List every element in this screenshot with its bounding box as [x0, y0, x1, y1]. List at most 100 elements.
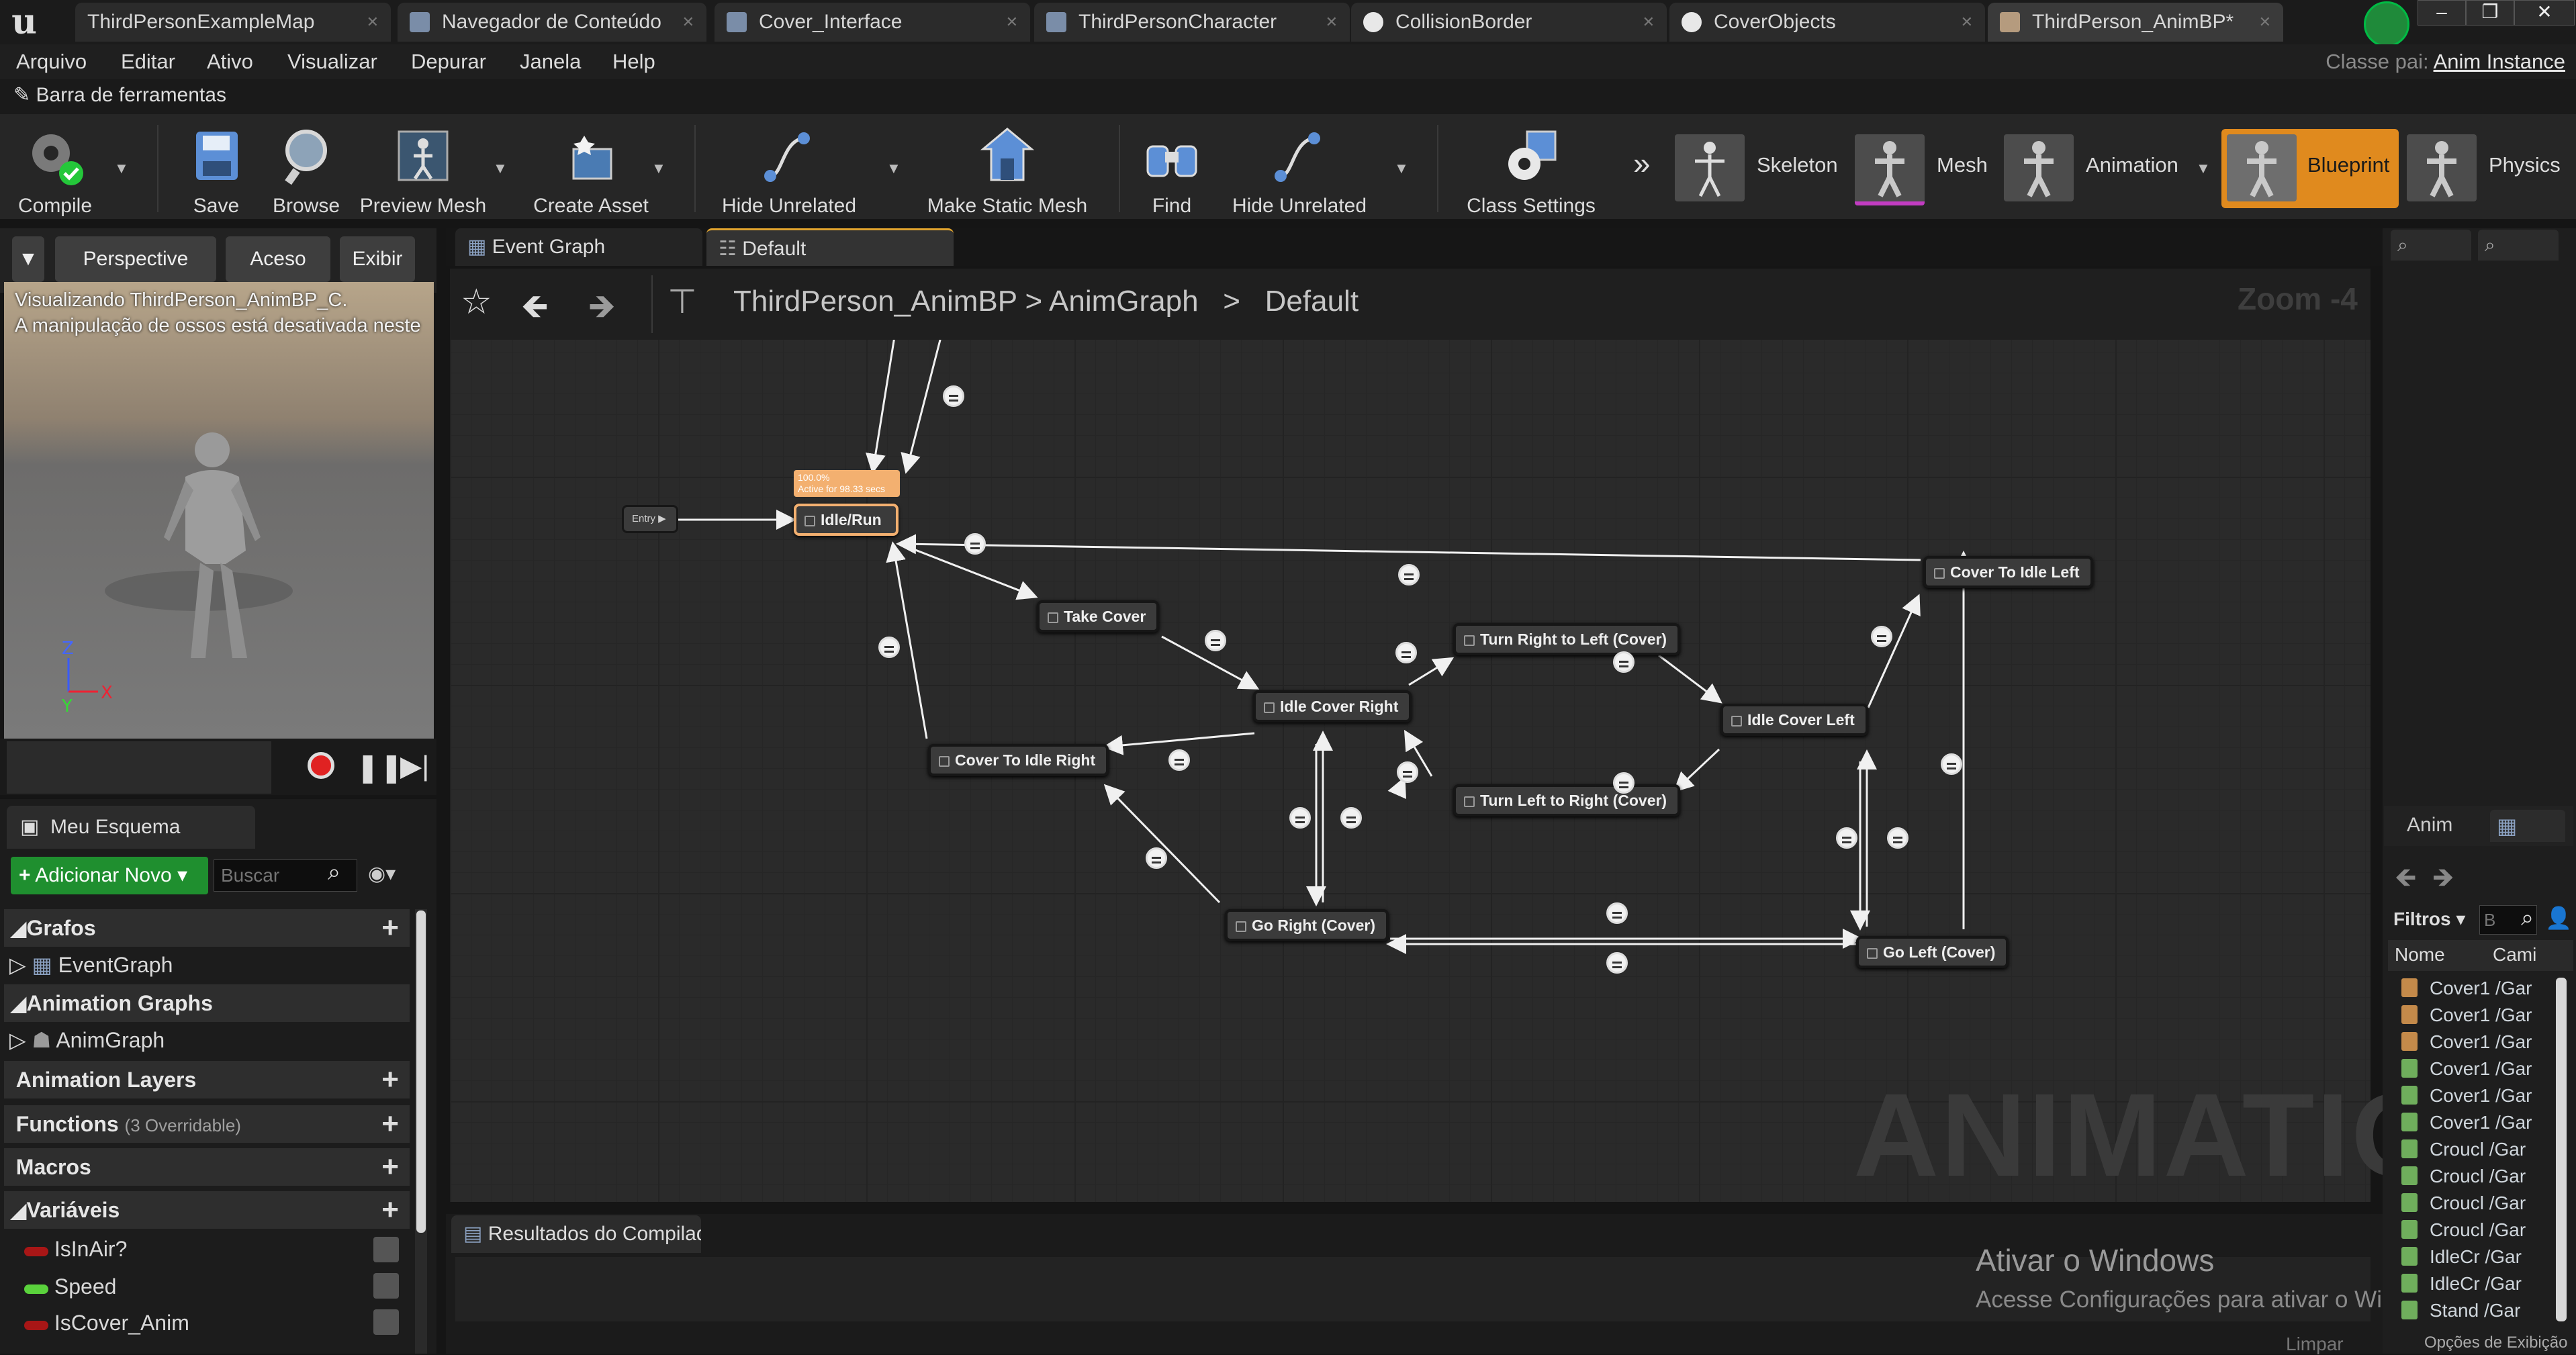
minimize-icon[interactable]: – — [2418, 0, 2466, 26]
anim-tab[interactable]: Anim — [2407, 814, 2452, 837]
unreal-logo-icon[interactable]: u — [4, 3, 44, 42]
asset-row[interactable]: Cover1 /Gar — [2401, 1004, 2532, 1026]
animation-mode-icon[interactable] — [2004, 134, 2074, 201]
breadcrumb-item[interactable]: ThirdPerson_AnimBP — [733, 285, 1017, 318]
close-window-icon[interactable]: ✕ — [2514, 0, 2575, 26]
chevron-down-icon[interactable]: ▼ — [493, 160, 508, 177]
timeline-slot[interactable] — [7, 741, 271, 794]
close-icon[interactable]: ✕ — [1006, 13, 1018, 31]
close-icon[interactable]: ✕ — [367, 13, 379, 31]
add-layer-icon[interactable]: + — [381, 1061, 399, 1099]
asset-row[interactable]: IdleCr /Gar — [2401, 1246, 2522, 1268]
source-control-icon[interactable] — [2364, 1, 2409, 47]
add-new-button[interactable]: + Adicionar Novo ▾ — [11, 857, 208, 894]
filters-button[interactable]: Filtros ▾ — [2393, 908, 2465, 930]
my-blueprint-tab[interactable]: ▣ Meu Esquema — [7, 806, 255, 849]
menu-janela[interactable]: Janela — [520, 44, 581, 79]
anim-graph-canvas[interactable]: Entry ▶ 100.0% Active for 98.33 secs Idle… — [450, 269, 2371, 1202]
menu-visualizar[interactable]: Visualizar — [287, 44, 377, 79]
state-idle-cover-left[interactable]: Idle Cover Left — [1720, 704, 1868, 736]
asset-row[interactable]: Cover1 /Gar — [2401, 1112, 2532, 1133]
create-asset-button[interactable]: Create Asset — [524, 120, 658, 218]
physics-mode-label[interactable]: Physics — [2489, 153, 2561, 177]
transition-rule-icon[interactable] — [964, 533, 986, 555]
tree-item-eventgraph[interactable]: ▷ ▦ EventGraph — [9, 952, 173, 978]
add-macro-icon[interactable]: + — [381, 1148, 399, 1186]
scrollbar-thumb[interactable] — [416, 910, 426, 1233]
close-icon[interactable]: ✕ — [2259, 13, 2271, 31]
make-static-mesh-button[interactable]: Make Static Mesh — [920, 120, 1095, 218]
section-variables[interactable]: ◢Variáveis + — [4, 1191, 410, 1229]
preview-viewport[interactable]: Z X Y — [4, 282, 434, 739]
section-macros[interactable]: Macros + — [4, 1148, 410, 1186]
tab-thirdpersoncharacter[interactable]: ThirdPersonCharacter ✕ — [1034, 3, 1350, 42]
transition-rule-icon[interactable] — [1395, 642, 1417, 663]
skeleton-mode-icon[interactable] — [1675, 134, 1745, 201]
breadcrumb-item[interactable]: Default — [1265, 285, 1359, 318]
section-animation-graphs[interactable]: ◢Animation Graphs — [4, 984, 410, 1022]
menu-help[interactable]: Help — [612, 44, 655, 79]
menu-editar[interactable]: Editar — [121, 44, 175, 79]
record-icon[interactable] — [308, 752, 334, 779]
eye-toggle-icon[interactable] — [373, 1309, 399, 1335]
mesh-mode-label[interactable]: Mesh — [1937, 153, 1988, 177]
variable-iscover-anim[interactable]: IsCover_Anim — [24, 1311, 189, 1336]
asset-row[interactable]: Cover1 /Gar — [2401, 978, 2532, 999]
variable-isinair[interactable]: IsInAir? — [24, 1237, 127, 1262]
chevron-down-icon[interactable]: ▼ — [1394, 160, 1409, 177]
transition-rule-icon[interactable] — [943, 385, 964, 407]
transition-rule-icon[interactable] — [1397, 761, 1418, 783]
asset-row[interactable]: Croucl /Gar — [2401, 1139, 2526, 1160]
forward-arrow-icon[interactable]: 🡺 — [2432, 858, 2454, 904]
transition-rule-icon[interactable] — [1340, 807, 1362, 829]
asset-scrollbar[interactable] — [2556, 978, 2567, 1321]
close-icon[interactable]: ✕ — [1961, 13, 1973, 31]
find-button[interactable]: Find — [1135, 120, 1209, 218]
chevron-down-icon[interactable]: ▼ — [2196, 160, 2211, 177]
tree-item-animgraph[interactable]: ▷ ☗ AnimGraph — [9, 1027, 165, 1053]
transition-rule-icon[interactable] — [1613, 651, 1635, 673]
mesh-mode-icon[interactable] — [1855, 134, 1925, 205]
asset-row[interactable]: Cover1 /Gar — [2401, 1085, 2532, 1107]
user-icon[interactable]: 👤 — [2545, 905, 2572, 931]
transition-rule-icon[interactable] — [1146, 847, 1167, 869]
back-arrow-icon[interactable]: 🡸 — [521, 282, 549, 339]
breadcrumb-item[interactable]: AnimGraph — [1049, 285, 1199, 318]
hide-unrelated-button[interactable]: Hide Unrelated — [712, 120, 866, 218]
transition-rule-icon[interactable] — [1941, 753, 1962, 775]
close-icon[interactable]: ✕ — [1643, 13, 1655, 31]
menu-arquivo[interactable]: Arquivo — [16, 44, 87, 79]
tab-content-browser[interactable]: Navegador de Conteúdo ✕ — [398, 3, 706, 42]
clear-button[interactable]: Limpar — [2286, 1334, 2344, 1355]
tab-thirdperson-animbp[interactable]: ThirdPerson_AnimBP* ✕ — [1988, 3, 2283, 42]
eye-icon[interactable]: ◉▾ — [368, 862, 396, 886]
save-button[interactable]: Save — [176, 120, 257, 218]
forward-arrow-icon[interactable]: 🡺 — [588, 282, 616, 339]
tab-collisionborder[interactable]: CollisionBorder ✕ — [1351, 3, 1667, 42]
state-go-left[interactable]: Go Left (Cover) — [1856, 936, 2009, 968]
asset-row[interactable]: Cover1 /Gar — [2401, 1031, 2532, 1053]
state-take-cover[interactable]: Take Cover — [1037, 600, 1160, 633]
transition-rule-icon[interactable] — [1887, 827, 1908, 849]
variable-speed[interactable]: Speed — [24, 1274, 116, 1299]
view-options-button[interactable]: Opções de Exibição — [2424, 1334, 2567, 1352]
favorite-star-icon[interactable]: ☆ — [461, 282, 492, 322]
preview-mesh-button[interactable]: Preview Mesh — [356, 120, 490, 218]
transition-rule-icon[interactable] — [1606, 952, 1628, 974]
preview-settings-tab[interactable]: ⌕ — [2478, 230, 2559, 261]
tab-thirdpersonexamplemap[interactable]: ThirdPersonExampleMap ✕ — [75, 3, 391, 42]
asset-row[interactable]: Croucl /Gar — [2401, 1219, 2526, 1241]
animation-mode-label[interactable]: Animation — [2086, 153, 2178, 177]
section-graphs[interactable]: ◢Grafos + — [4, 909, 410, 947]
maximize-icon[interactable]: ❐ — [2466, 0, 2514, 26]
perspective-button[interactable]: Perspective — [55, 236, 216, 282]
asset-row[interactable]: Stand /Gar — [2401, 1300, 2520, 1321]
asset-row[interactable]: Croucl /Gar — [2401, 1193, 2526, 1214]
transition-rule-icon[interactable] — [1606, 902, 1628, 924]
transition-rule-icon[interactable] — [1398, 564, 1420, 586]
lit-button[interactable]: Aceso — [226, 236, 330, 282]
add-variable-icon[interactable]: + — [381, 1191, 399, 1229]
menu-depurar[interactable]: Depurar — [411, 44, 486, 79]
pause-icon[interactable]: ❚❚ — [356, 751, 403, 784]
chevron-down-icon[interactable]: ▼ — [651, 160, 666, 177]
